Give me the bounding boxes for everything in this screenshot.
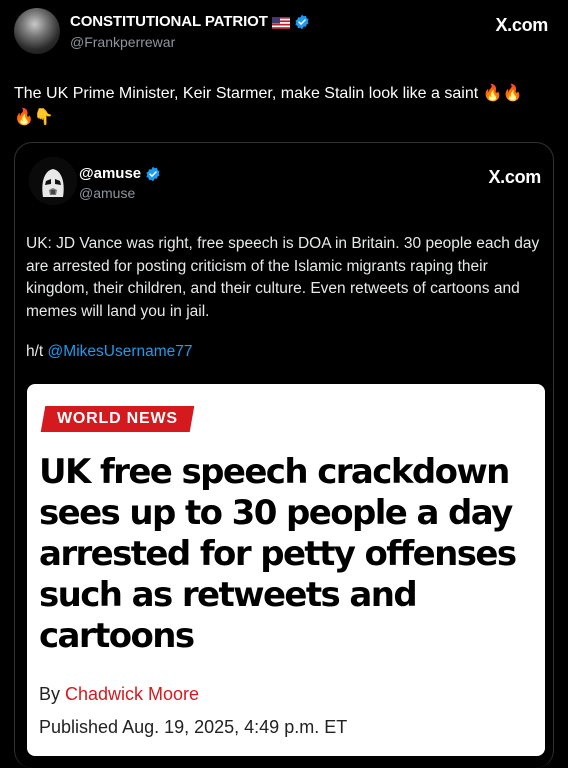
article-headline[interactable]: UK free speech crackdown sees up to 30 p… [39,452,539,657]
verified-badge-icon [145,166,161,182]
avatar[interactable] [14,8,60,54]
post-header: CONSTITUTIONAL PATRIOT @Frankperrewar X.… [14,8,554,54]
hat-tip: h/t @MikesUsername77 [26,343,193,361]
post-text: The UK Prime Minister, Keir Starmer, mak… [14,85,523,126]
author-row: CONSTITUTIONAL PATRIOT [70,13,310,30]
verified-badge-icon [294,14,310,30]
published-date: Published Aug. 19, 2025, 4:49 p.m. ET [39,717,348,737]
quoted-author-row: @amuse [79,165,161,182]
quoted-handle[interactable]: @amuse [79,185,135,201]
article-preview[interactable]: WORLD NEWS UK free speech crackdown sees… [27,384,545,756]
byline-prefix: By [39,684,66,704]
stormtrooper-avatar[interactable] [29,157,77,205]
source-label: X.com [495,15,548,35]
hat-tip-prefix: h/t [26,343,48,360]
us-flag-icon [271,16,290,29]
section-badge-label: WORLD NEWS [57,410,178,427]
quoted-post-card[interactable]: @amuse @amuse X.com UK: JD Vance was rig… [14,142,554,768]
quoted-display-name[interactable]: @amuse [79,165,141,182]
handle[interactable]: @Frankperrewar [70,34,175,50]
section-badge: WORLD NEWS [40,406,195,432]
display-name[interactable]: CONSTITUTIONAL PATRIOT [70,13,268,30]
article-byline: By Chadwick Moore [39,684,199,705]
quoted-post-text: UK: JD Vance was right, free speech is D… [26,235,540,320]
mention-link[interactable]: @MikesUsername77 [48,343,193,360]
quoted-source-label: X.com [488,167,541,187]
author-link[interactable]: Chadwick Moore [65,684,199,704]
